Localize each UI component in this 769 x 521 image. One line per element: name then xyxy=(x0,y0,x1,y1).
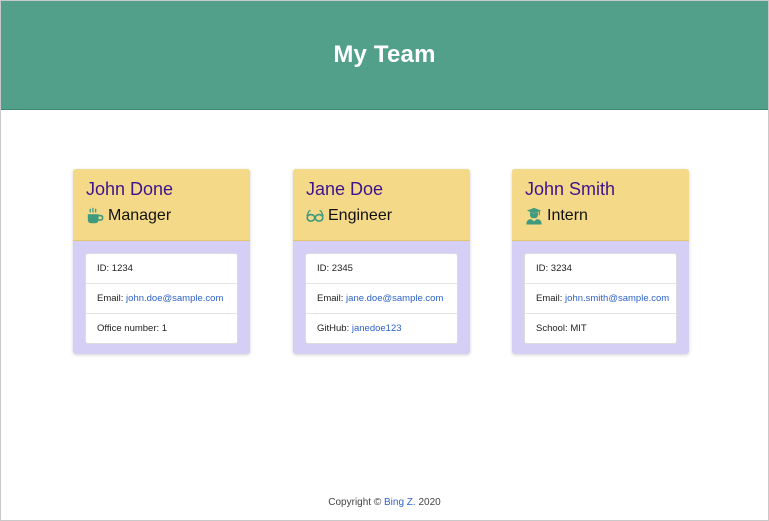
coffee-icon xyxy=(87,207,104,224)
email-link[interactable]: jane.doe@sample.com xyxy=(346,293,443,304)
github-link[interactable]: janedoe123 xyxy=(352,323,402,334)
id-value: 2345 xyxy=(331,263,353,274)
id-value: 1234 xyxy=(111,263,133,274)
github-row: GitHub: janedoe123 xyxy=(306,314,457,343)
id-row: ID: 3234 xyxy=(525,254,676,284)
office-number-label: Office number: xyxy=(97,323,160,334)
role-label: Manager xyxy=(108,207,172,224)
employee-role: Engineer xyxy=(306,205,470,227)
card-header: John Smith Intern xyxy=(512,169,689,241)
email-label: Email: xyxy=(97,293,124,304)
email-link[interactable]: john.smith@sample.com xyxy=(565,293,669,304)
employee-card-manager: John Done Manager ID: 1234 Email: john.d… xyxy=(73,169,250,354)
employee-name: John Smith xyxy=(525,179,616,199)
author-link[interactable]: Bing Z. xyxy=(384,497,416,508)
employee-details: ID: 2345 Email: jane.doe@sample.com GitH… xyxy=(305,253,458,344)
office-number-row: Office number: 1 xyxy=(86,314,237,343)
school-row: School: MIT xyxy=(525,314,676,343)
email-row: Email: john.smith@sample.com xyxy=(525,284,676,314)
id-label: ID: xyxy=(97,263,110,274)
id-row: ID: 2345 xyxy=(306,254,457,284)
employee-role: Manager xyxy=(86,205,250,227)
glasses-icon xyxy=(306,209,324,222)
employee-details: ID: 3234 Email: john.smith@sample.com Sc… xyxy=(524,253,677,344)
office-number-value: 1 xyxy=(161,323,168,334)
email-label: Email: xyxy=(536,293,563,304)
copyright-text: Copyright © xyxy=(328,497,382,508)
employee-name: Jane Doe xyxy=(306,179,384,199)
page-footer: Copyright © Bing Z. 2020 xyxy=(1,497,768,508)
email-label: Email: xyxy=(317,293,344,304)
school-value: MIT xyxy=(570,323,587,334)
id-label: ID: xyxy=(317,263,330,274)
employee-card-engineer: Jane Doe Engineer ID: 2345 Email: jane.d… xyxy=(293,169,470,354)
employee-role: Intern xyxy=(525,205,689,227)
github-label: GitHub: xyxy=(317,323,350,334)
page-title: My Team xyxy=(333,41,436,68)
copyright-year: 2020 xyxy=(418,497,441,508)
role-label: Intern xyxy=(547,207,588,224)
school-label: School: xyxy=(536,323,568,334)
graduate-icon xyxy=(526,207,542,225)
email-row: Email: jane.doe@sample.com xyxy=(306,284,457,314)
role-label: Engineer xyxy=(328,207,393,224)
employee-card-intern: John Smith Intern ID: 3234 Email: john.s… xyxy=(512,169,689,354)
id-label: ID: xyxy=(536,263,549,274)
employee-name: John Done xyxy=(86,179,174,199)
id-row: ID: 1234 xyxy=(86,254,237,284)
page-header: My Team xyxy=(1,1,768,110)
card-header: Jane Doe Engineer xyxy=(293,169,470,241)
card-header: John Done Manager xyxy=(73,169,250,241)
id-value: 3234 xyxy=(550,263,572,274)
email-link[interactable]: john.doe@sample.com xyxy=(126,293,223,304)
employee-details: ID: 1234 Email: john.doe@sample.com Offi… xyxy=(85,253,238,344)
email-row: Email: john.doe@sample.com xyxy=(86,284,237,314)
page-frame: My Team John Done Manager ID: 1234 Email… xyxy=(0,0,769,521)
